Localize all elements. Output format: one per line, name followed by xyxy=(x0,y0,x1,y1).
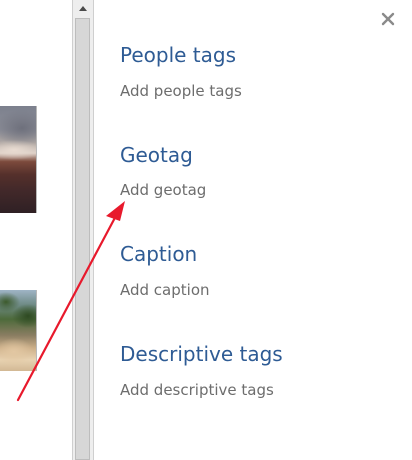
scroll-up-arrow-icon[interactable] xyxy=(73,0,93,17)
add-descriptive-tags-link[interactable]: Add descriptive tags xyxy=(120,380,274,400)
scrollbar-thumb[interactable] xyxy=(75,18,90,460)
add-caption-link[interactable]: Add caption xyxy=(120,280,210,300)
geotag-heading: Geotag xyxy=(120,143,193,167)
add-people-tags-link[interactable]: Add people tags xyxy=(120,81,242,101)
people-tags-heading: People tags xyxy=(120,43,237,67)
close-icon[interactable] xyxy=(380,11,396,27)
caption-heading: Caption xyxy=(120,242,198,266)
photo-thumbnail-landscape[interactable] xyxy=(0,290,37,371)
vertical-scrollbar[interactable] xyxy=(72,0,94,460)
photo-info-panel: People tags Add people tags Geotag Add g… xyxy=(0,0,412,460)
descriptive-tags-heading: Descriptive tags xyxy=(120,342,283,366)
add-geotag-link[interactable]: Add geotag xyxy=(120,180,206,200)
photo-thumbnail-canyon[interactable] xyxy=(0,106,37,213)
